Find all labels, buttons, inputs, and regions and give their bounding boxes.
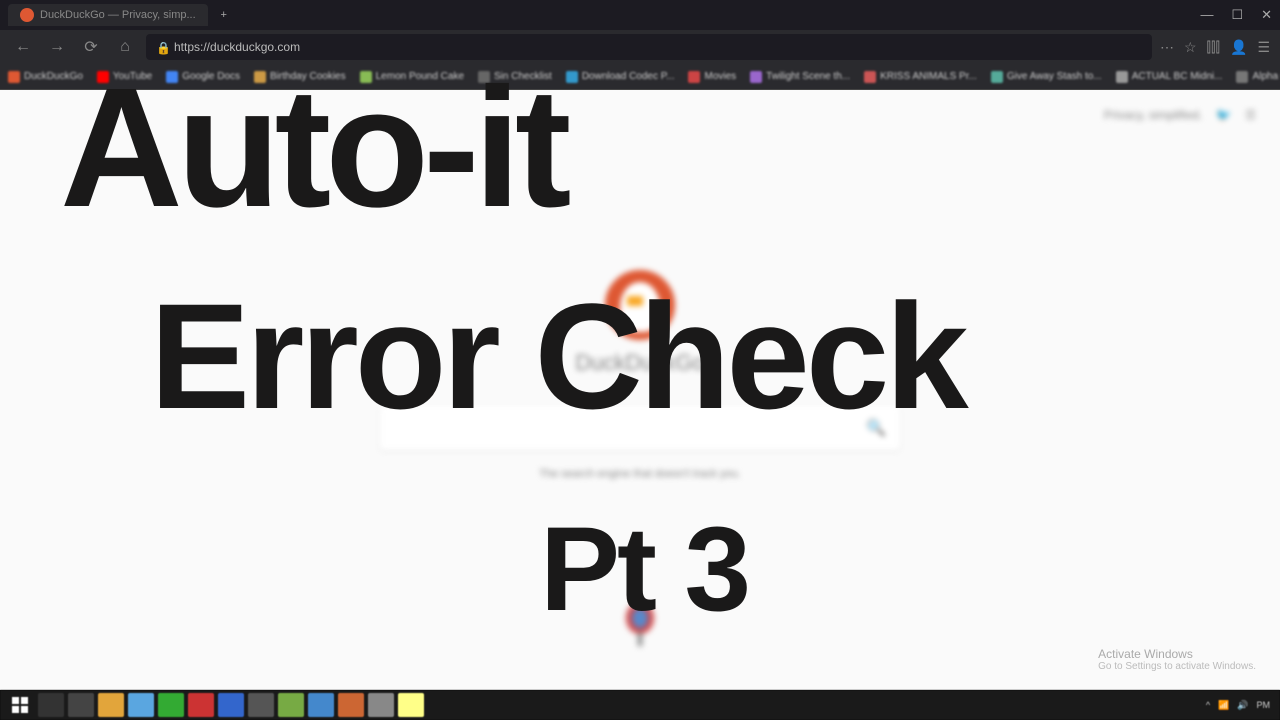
search-engine-name: DuckDuckGo (380, 350, 900, 376)
app-icon-5[interactable] (278, 693, 304, 717)
address-bar: ← → ⟳ ⌂ 🔒 https://duckduckgo.com ⋯ ☆ ⫿⫿⫿… (0, 30, 1280, 64)
home-button[interactable]: ⌂ (112, 34, 138, 60)
title-bar: DuckDuckGo — Privacy, simp... + — ☐ ✕ (0, 0, 1280, 30)
page-content: Privacy, simplified. 🐦 ☰ DuckDuckGo 🔍 Th… (0, 90, 1280, 690)
app-icon-7[interactable] (338, 693, 364, 717)
bookmark-item[interactable]: Alpha Codes - some... (1236, 71, 1280, 83)
tray-chevron[interactable]: ^ (1206, 700, 1210, 710)
app-icon-8[interactable] (368, 693, 394, 717)
maximize-button[interactable]: ☐ (1231, 7, 1243, 23)
back-button[interactable]: ← (10, 34, 36, 60)
activate-title: Activate Windows (1098, 647, 1256, 661)
task-view-icon[interactable] (68, 693, 94, 717)
app-icon-1[interactable] (158, 693, 184, 717)
browser-window: DuckDuckGo — Privacy, simp... + — ☐ ✕ ← … (0, 0, 1280, 690)
window-controls: — ☐ ✕ (1200, 7, 1272, 23)
bookmark-item[interactable]: Twilight Scene th... (750, 71, 850, 83)
page-top-right: Privacy, simplified. 🐦 ☰ (1104, 108, 1256, 122)
app-icon-9[interactable] (398, 693, 424, 717)
balloon-icon (622, 604, 658, 650)
bookmark-item[interactable]: Lemon Pound Cake (360, 71, 464, 83)
tray-volume[interactable]: 🔊 (1237, 700, 1248, 711)
bookmark-item[interactable]: DuckDuckGo (8, 71, 83, 83)
bookmark-item[interactable]: Give Away Stash to... (991, 71, 1102, 83)
pocket-icon[interactable]: ⋯ (1160, 39, 1174, 56)
bookmark-item[interactable]: Birthday Cookies (254, 71, 346, 83)
tagline: The search engine that doesn't track you… (380, 468, 900, 480)
bookmark-item[interactable]: Download Codec P... (566, 71, 675, 83)
bookmarks-bar: DuckDuckGo YouTube Google Docs Birthday Coo… (0, 64, 1280, 90)
search-input[interactable]: 🔍 (380, 406, 900, 450)
url-text: https://duckduckgo.com (174, 40, 300, 54)
bookmark-item[interactable]: YouTube (97, 71, 152, 83)
minimize-button[interactable]: — (1200, 7, 1213, 23)
explorer-icon[interactable] (98, 693, 124, 717)
twitter-icon[interactable]: 🐦 (1216, 108, 1231, 122)
tab-favicon (20, 8, 34, 22)
edge-icon[interactable] (128, 693, 154, 717)
bookmark-item[interactable]: Sin Checklist (478, 71, 552, 83)
app-icon-3[interactable] (218, 693, 244, 717)
search-icon[interactable]: 🔍 (866, 418, 886, 438)
app-icon-6[interactable] (308, 693, 334, 717)
tab-title: DuckDuckGo — Privacy, simp... (40, 9, 196, 21)
search-task-icon[interactable] (38, 693, 64, 717)
forward-button[interactable]: → (44, 34, 70, 60)
hamburger-icon[interactable]: ☰ (1245, 108, 1256, 122)
bookmark-item[interactable]: KRISS ANIMALS Pr... (864, 71, 977, 83)
system-tray[interactable]: ^ 📶 🔊 PM (1206, 700, 1274, 711)
privacy-link[interactable]: Privacy, simplified. (1104, 108, 1202, 122)
bookmark-icon[interactable]: ☆ (1184, 39, 1197, 56)
url-field[interactable]: 🔒 https://duckduckgo.com (146, 34, 1152, 60)
app-icon-4[interactable] (248, 693, 274, 717)
new-tab-button[interactable]: + (210, 9, 238, 21)
activate-windows: Activate Windows Go to Settings to activ… (1098, 647, 1256, 672)
activate-subtitle: Go to Settings to activate Windows. (1098, 661, 1256, 672)
bookmark-item[interactable]: Google Docs (166, 71, 240, 83)
taskbar: ^ 📶 🔊 PM (0, 690, 1280, 720)
search-engine-center: DuckDuckGo 🔍 The search engine that does… (380, 270, 900, 480)
profile-icon[interactable]: 👤 (1230, 39, 1247, 56)
reload-button[interactable]: ⟳ (78, 34, 104, 60)
library-icon[interactable]: ⫿⫿⫿ (1207, 39, 1220, 56)
bookmark-item[interactable]: ACTUAL BC Midni... (1116, 71, 1223, 83)
start-button[interactable] (6, 693, 34, 717)
tray-clock[interactable]: PM (1257, 700, 1271, 710)
duckduckgo-logo (605, 270, 675, 340)
browser-tab[interactable]: DuckDuckGo — Privacy, simp... (8, 4, 208, 26)
close-button[interactable]: ✕ (1261, 7, 1272, 23)
bookmark-item[interactable]: Movies (688, 71, 736, 83)
menu-icon[interactable]: ☰ (1257, 39, 1270, 56)
tray-network[interactable]: 📶 (1218, 700, 1229, 711)
lock-icon: 🔒 (156, 41, 168, 53)
app-icon-2[interactable] (188, 693, 214, 717)
